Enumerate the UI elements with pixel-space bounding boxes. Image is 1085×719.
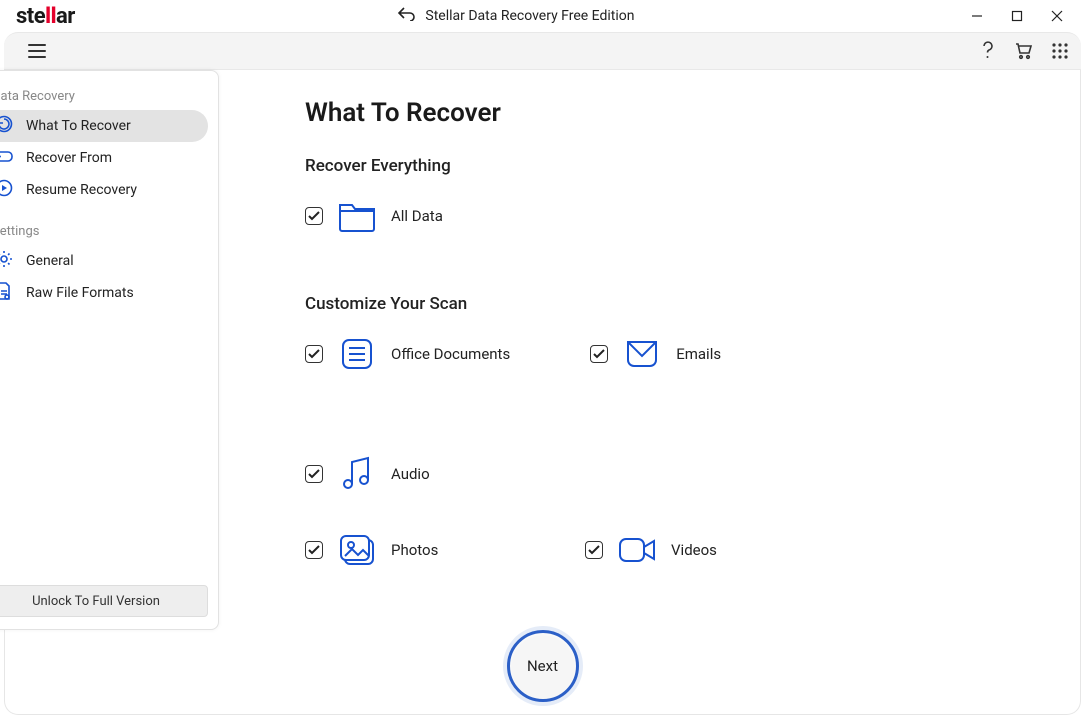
music-icon <box>337 454 377 494</box>
checkbox-office-documents[interactable] <box>305 345 323 363</box>
window-controls <box>957 2 1077 30</box>
option-label: Office Documents <box>391 345 510 363</box>
sidebar-item-label: General <box>26 253 74 269</box>
logo-part: ar <box>56 4 75 29</box>
checkbox-photos[interactable] <box>305 541 323 559</box>
apps-grid-icon[interactable] <box>1049 40 1071 62</box>
sidebar-item-general[interactable]: General <box>0 245 208 277</box>
app-logo: stellar <box>16 4 75 29</box>
resume-icon <box>0 178 14 202</box>
page-title: What To Recover <box>305 98 1040 128</box>
sidebar-item-label: Recover From <box>26 150 112 166</box>
sidebar: Data Recovery What To Recover Recover Fr… <box>0 70 219 630</box>
window-title: Stellar Data Recovery Free Edition <box>75 7 957 25</box>
titlebar: stellar Stellar Data Recovery Free Editi… <box>0 0 1085 32</box>
gear-icon <box>0 249 14 273</box>
option-label: All Data <box>391 207 443 225</box>
unlock-button[interactable]: Unlock To Full Version <box>0 585 208 617</box>
file-icon <box>0 281 14 305</box>
sidebar-item-label: What To Recover <box>26 118 131 134</box>
maximize-button[interactable] <box>997 2 1037 30</box>
option-label: Photos <box>391 541 438 559</box>
image-icon <box>337 530 377 570</box>
drive-icon <box>0 146 14 170</box>
option-photos: Photos <box>305 530 505 570</box>
content-area: Data Recovery What To Recover Recover Fr… <box>5 70 1080 714</box>
logo-part: ste <box>16 4 45 29</box>
sidebar-item-what-to-recover[interactable]: What To Recover <box>0 110 208 142</box>
close-button[interactable] <box>1037 2 1077 30</box>
option-office-documents: Office Documents <box>305 334 510 374</box>
option-label: Audio <box>391 465 430 483</box>
logo-part-accent: ll <box>45 4 56 29</box>
main-area: Data Recovery What To Recover Recover Fr… <box>4 70 1081 715</box>
next-button[interactable]: Next <box>507 630 579 702</box>
folder-icon <box>337 196 377 236</box>
option-audio: Audio <box>305 454 505 494</box>
option-label: Emails <box>676 345 721 363</box>
checkbox-all-data[interactable] <box>305 207 323 225</box>
sidebar-item-recover-from[interactable]: Recover From <box>0 142 208 174</box>
window-title-text: Stellar Data Recovery Free Edition <box>425 8 634 24</box>
video-icon <box>617 530 657 570</box>
unlock-button-label: Unlock To Full Version <box>32 594 160 609</box>
sidebar-item-label: Raw File Formats <box>26 285 134 301</box>
help-icon[interactable] <box>977 40 999 62</box>
minimize-button[interactable] <box>957 2 997 30</box>
cart-icon[interactable] <box>1013 40 1035 62</box>
document-icon <box>337 334 377 374</box>
checkbox-audio[interactable] <box>305 465 323 483</box>
checkbox-videos[interactable] <box>585 541 603 559</box>
sidebar-section-settings: Settings <box>0 220 208 245</box>
checkbox-emails[interactable] <box>590 345 608 363</box>
toolbar <box>4 32 1081 70</box>
menu-icon[interactable] <box>24 40 50 62</box>
back-icon[interactable] <box>397 7 415 25</box>
section-recover-everything: Recover Everything <box>305 156 1040 176</box>
section-customize-scan: Customize Your Scan <box>305 294 1040 314</box>
sidebar-item-raw-file-formats[interactable]: Raw File Formats <box>0 277 208 309</box>
sidebar-section-data-recovery: Data Recovery <box>0 85 208 110</box>
option-all-data: All Data <box>305 196 505 236</box>
option-videos: Videos <box>585 530 785 570</box>
option-label: Videos <box>671 541 717 559</box>
option-emails: Emails <box>590 334 790 374</box>
next-button-label: Next <box>527 657 558 675</box>
mail-icon <box>622 334 662 374</box>
sidebar-item-label: Resume Recovery <box>26 182 137 198</box>
recovery-icon <box>0 114 14 138</box>
sidebar-item-resume-recovery[interactable]: Resume Recovery <box>0 174 208 206</box>
